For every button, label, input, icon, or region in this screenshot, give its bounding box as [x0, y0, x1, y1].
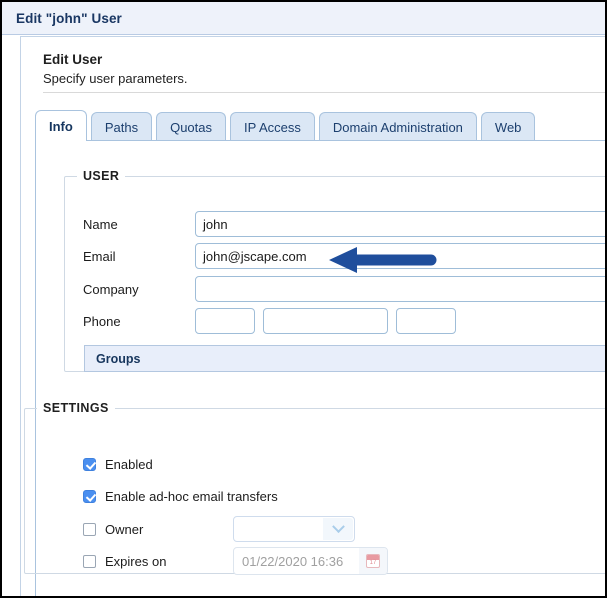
- tab-domain-administration[interactable]: Domain Administration: [319, 112, 477, 141]
- page-subtitle: Specify user parameters.: [43, 69, 607, 88]
- adhoc-email-label: Enable ad-hoc email transfers: [105, 489, 278, 504]
- tab-info[interactable]: Info: [35, 110, 87, 141]
- row-owner: Owner: [25, 518, 143, 540]
- row-phone: Phone: [65, 308, 607, 334]
- calendar-icon: 17: [366, 554, 380, 568]
- window-titlebar: Edit "john" User: [2, 2, 605, 35]
- adhoc-email-checkbox[interactable]: [83, 490, 96, 503]
- phone-label: Phone: [65, 314, 195, 329]
- company-input[interactable]: [195, 276, 607, 302]
- expires-date-field[interactable]: 01/22/2020 16:36 17: [233, 547, 388, 575]
- page-header: Edit User Specify user parameters.: [21, 37, 607, 93]
- email-input[interactable]: john@jscape.com: [195, 243, 607, 269]
- expires-date-value: 01/22/2020 16:36: [242, 554, 359, 569]
- settings-fieldset: SETTINGS Enabled Enable ad-hoc email tra…: [24, 408, 607, 574]
- enabled-label: Enabled: [105, 457, 153, 472]
- expires-label: Expires on: [105, 554, 166, 569]
- tab-underline: [35, 140, 607, 141]
- header-divider: [43, 92, 607, 93]
- row-expires: Expires on 01/22/2020 16:36 17: [25, 550, 166, 572]
- row-email: Email john@jscape.com: [65, 243, 607, 269]
- tab-paths[interactable]: Paths: [91, 112, 152, 141]
- phone-input-ext[interactable]: [396, 308, 456, 334]
- settings-fieldset-legend: SETTINGS: [37, 401, 115, 415]
- tab-web[interactable]: Web: [481, 112, 536, 141]
- chevron-down-icon: [323, 518, 353, 540]
- edit-user-window: Edit "john" User Edit User Specify user …: [0, 0, 607, 598]
- expires-checkbox[interactable]: [83, 555, 96, 568]
- user-fieldset: USER Name john Email john@jscape.com Com…: [64, 176, 607, 372]
- row-name: Name john: [65, 211, 607, 237]
- tab-ip-access[interactable]: IP Access: [230, 112, 315, 141]
- company-label: Company: [65, 282, 195, 297]
- phone-input-number[interactable]: [263, 308, 388, 334]
- window-title: Edit "john" User: [16, 11, 122, 26]
- row-enabled: Enabled: [25, 453, 153, 475]
- page-title: Edit User: [43, 51, 607, 68]
- owner-label: Owner: [105, 522, 143, 537]
- name-label: Name: [65, 217, 195, 232]
- email-label: Email: [65, 249, 195, 264]
- phone-input-group: [195, 308, 456, 334]
- owner-checkbox[interactable]: [83, 523, 96, 536]
- user-fieldset-legend: USER: [77, 169, 125, 183]
- tab-bar: Info Paths Quotas IP Access Domain Admin…: [35, 110, 535, 141]
- name-input[interactable]: john: [195, 211, 607, 237]
- row-adhoc: Enable ad-hoc email transfers: [25, 485, 278, 507]
- enabled-checkbox[interactable]: [83, 458, 96, 471]
- calendar-icon-day: 17: [367, 559, 379, 567]
- tab-quotas[interactable]: Quotas: [156, 112, 226, 141]
- row-company: Company: [65, 276, 607, 302]
- phone-input-area[interactable]: [195, 308, 255, 334]
- owner-select[interactable]: [233, 516, 355, 542]
- calendar-picker-button[interactable]: 17: [359, 548, 387, 574]
- groups-section-header[interactable]: Groups: [84, 345, 607, 372]
